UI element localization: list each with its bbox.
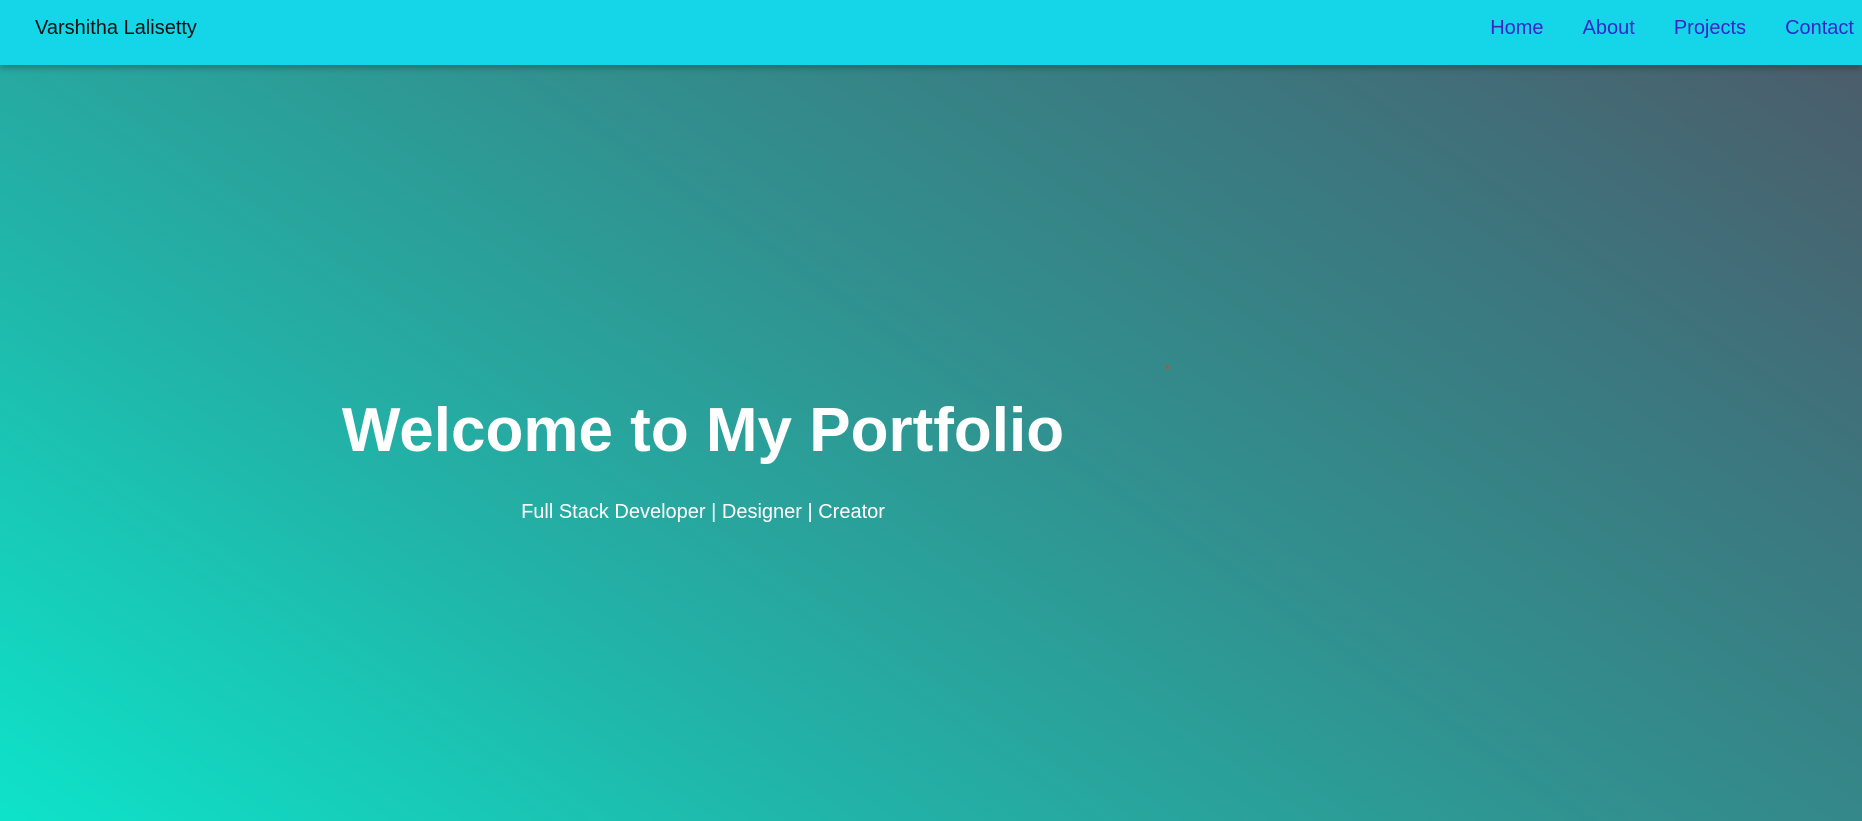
nav-link-contact[interactable]: Contact [1785,17,1854,40]
cursor-dot [1166,366,1169,369]
nav-link-about[interactable]: About [1583,17,1635,40]
hero-title: Welcome to My Portfolio [341,396,1065,465]
navbar: Varshitha Lalisetty Home About Projects … [0,0,1862,65]
brand-name[interactable]: Varshitha Lalisetty [35,17,197,40]
hero-subtitle: Full Stack Developer | Designer | Creato… [521,501,885,523]
hero-section: Welcome to My Portfolio Full Stack Devel… [0,65,1862,821]
nav-link-home[interactable]: Home [1490,17,1543,40]
nav-links: Home About Projects Contact [1451,17,1854,40]
nav-link-projects[interactable]: Projects [1674,17,1746,40]
